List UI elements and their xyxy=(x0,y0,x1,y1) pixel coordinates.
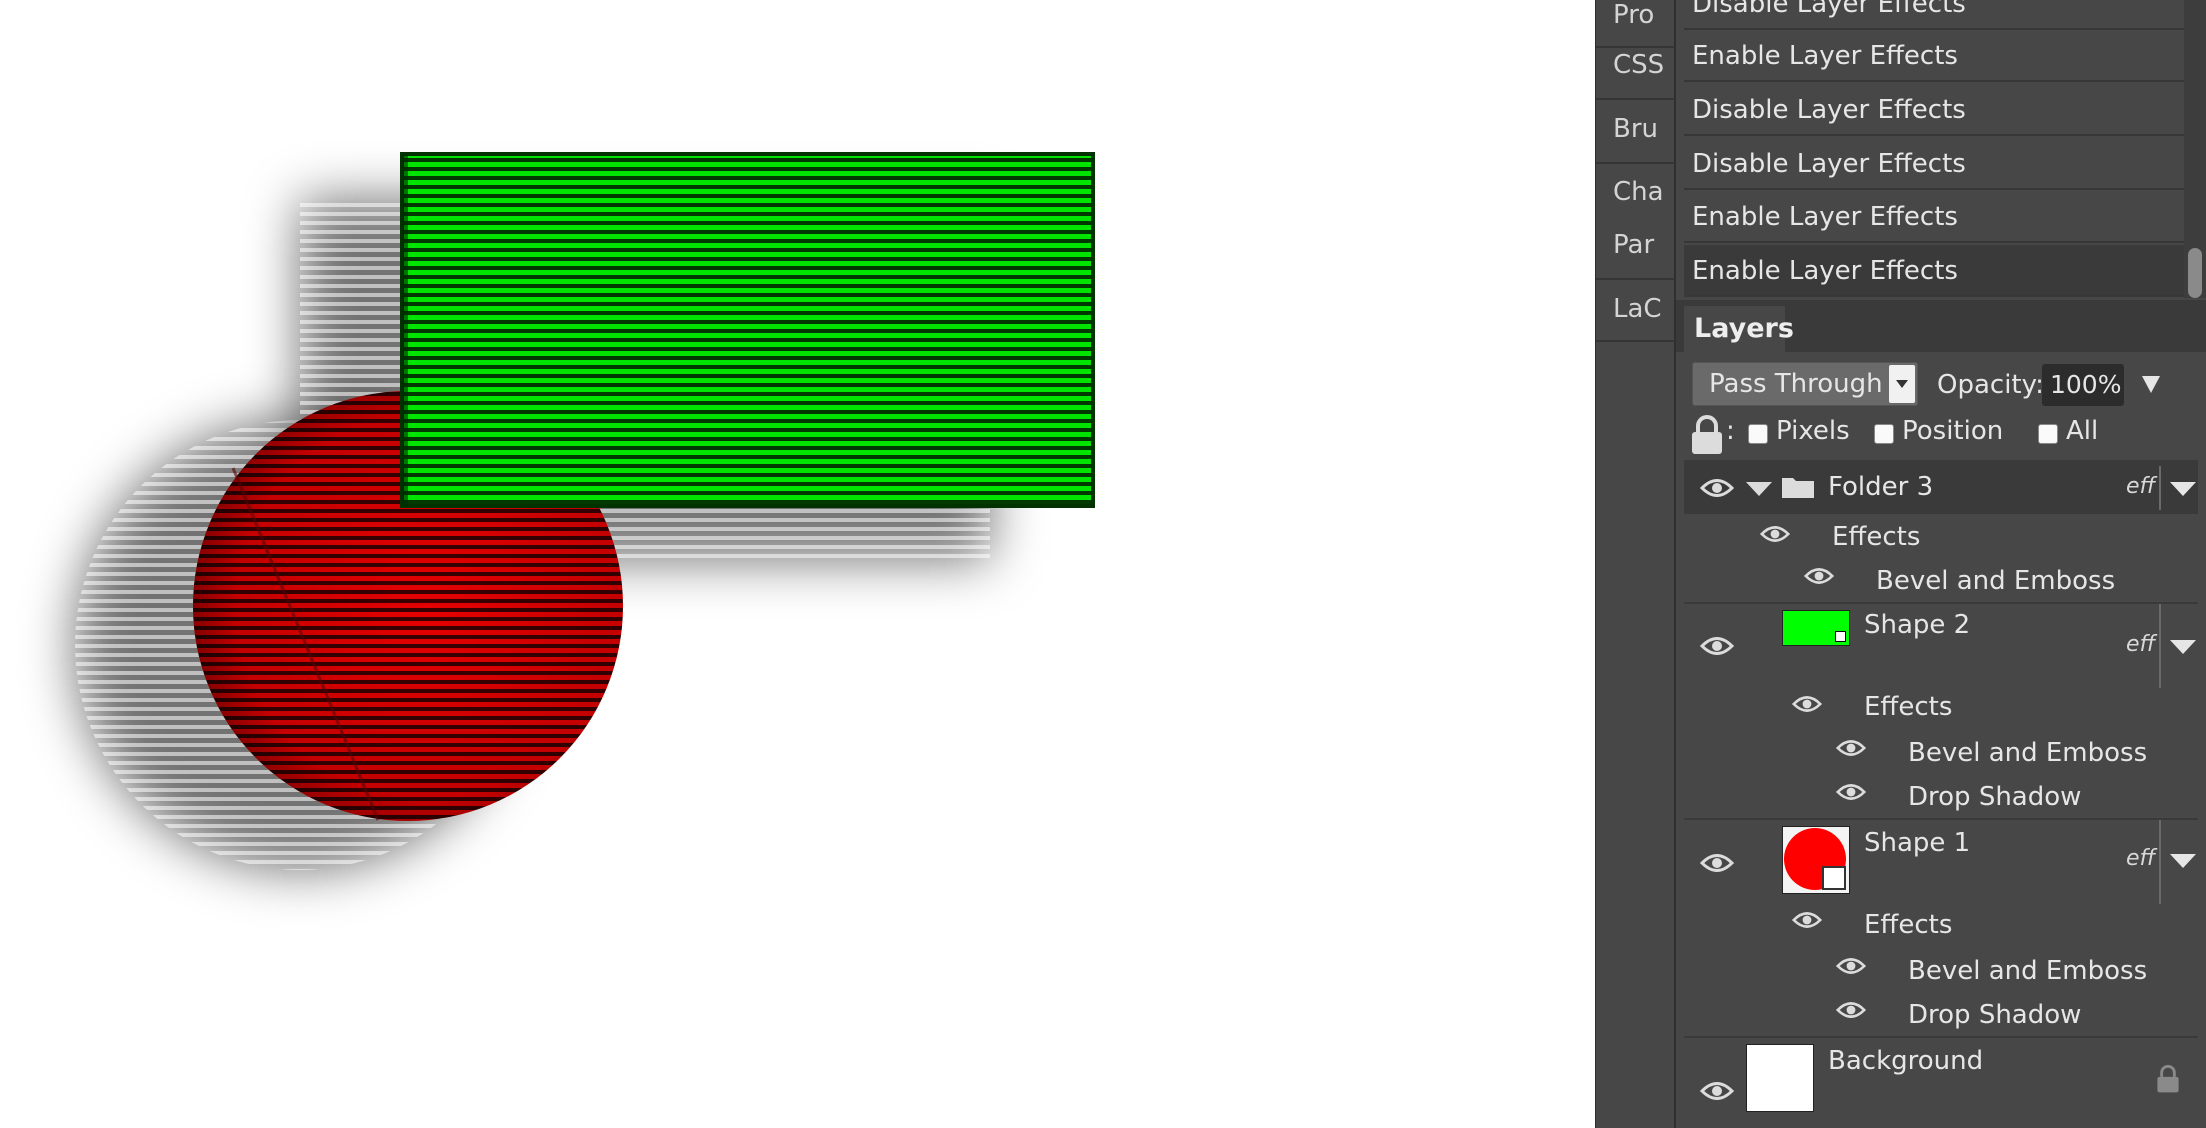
layer-name[interactable]: Background xyxy=(1828,1046,1983,1076)
lock-all-checkbox[interactable] xyxy=(2038,424,2058,444)
sidebar-tab-css[interactable]: CSS xyxy=(1613,50,1664,80)
lock-pixels-label: Pixels xyxy=(1776,416,1850,446)
collapsed-panel-sidebar: Pro CSS Bru Cha Par LaC xyxy=(1595,0,1676,1128)
sidebar-divider xyxy=(1596,46,1675,48)
lock-all-label: All xyxy=(2066,416,2099,446)
history-item[interactable]: Disable Layer Effects xyxy=(1684,0,2192,30)
eye-icon[interactable] xyxy=(1836,956,1866,976)
effect-name: Drop Shadow xyxy=(1908,782,2082,812)
sidebar-divider xyxy=(1596,340,1675,342)
effect-row[interactable]: Drop Shadow xyxy=(1684,992,2198,1036)
tab-layers[interactable]: Layers xyxy=(1684,306,1794,352)
lock-options-row: : Pixels Position All xyxy=(1690,412,2190,458)
effect-row[interactable]: Drop Shadow xyxy=(1684,774,2198,818)
effects-label: Effects xyxy=(1864,692,1953,722)
sidebar-divider xyxy=(1596,162,1675,164)
eye-icon[interactable] xyxy=(1792,910,1822,930)
blend-mode-select[interactable]: Pass Through xyxy=(1692,362,1918,406)
effects-group-row[interactable]: Effects xyxy=(1684,514,2198,556)
layer-row-shape-2[interactable]: Shape 2 eff xyxy=(1684,604,2198,688)
layer-effects-button[interactable]: eff xyxy=(2126,474,2155,499)
effect-row[interactable]: Bevel and Emboss xyxy=(1684,556,2198,600)
effect-name: Drop Shadow xyxy=(1908,1000,2082,1030)
eff-divider xyxy=(2159,466,2161,510)
history-item-current[interactable]: Enable Layer Effects xyxy=(1684,245,2192,297)
lock-pixels-checkbox[interactable] xyxy=(1748,424,1768,444)
vector-mask-icon xyxy=(1835,631,1846,642)
layer-row-folder[interactable]: Folder 3 eff xyxy=(1684,460,2198,514)
lock-position-label: Position xyxy=(1902,416,2004,446)
eye-icon[interactable] xyxy=(1700,635,1734,657)
effects-group-row[interactable]: Effects xyxy=(1684,688,2198,730)
layer-row-background[interactable]: Background xyxy=(1684,1038,2198,1128)
layer-name[interactable]: Folder 3 xyxy=(1828,472,1933,502)
eye-icon[interactable] xyxy=(1700,477,1734,499)
sidebar-tab-layer-comps[interactable]: LaC xyxy=(1613,294,1662,324)
eye-icon[interactable] xyxy=(1836,1000,1866,1020)
layer-effects-button[interactable]: eff xyxy=(2126,632,2155,657)
lock-position-checkbox[interactable] xyxy=(1874,424,1894,444)
effects-dropdown-icon[interactable] xyxy=(2170,640,2196,654)
layers-panel-header: Layers xyxy=(1676,300,2206,352)
effects-dropdown-icon[interactable] xyxy=(2170,854,2196,868)
eye-icon[interactable] xyxy=(1836,782,1866,802)
layer-thumbnail xyxy=(1746,1044,1814,1112)
eye-icon[interactable] xyxy=(1700,852,1734,874)
effects-group-row[interactable]: Effects xyxy=(1684,906,2198,948)
opacity-dropdown-arrow-icon[interactable] xyxy=(2142,376,2160,393)
blend-mode-value: Pass Through xyxy=(1709,369,1883,399)
disclosure-triangle-icon[interactable] xyxy=(1746,482,1772,496)
sidebar-tab-paragraph[interactable]: Par xyxy=(1613,230,1654,260)
sidebar-divider xyxy=(1596,278,1675,280)
effects-label: Effects xyxy=(1832,522,1921,552)
canvas-artwork xyxy=(75,152,1095,870)
layer-name[interactable]: Shape 1 xyxy=(1864,828,1970,858)
history-item[interactable]: Disable Layer Effects xyxy=(1684,84,2192,136)
eff-divider xyxy=(2159,820,2161,904)
history-item[interactable]: Disable Layer Effects xyxy=(1684,138,2192,190)
sidebar-tab-brush[interactable]: Bru xyxy=(1613,114,1658,144)
eye-icon[interactable] xyxy=(1792,694,1822,714)
eye-icon[interactable] xyxy=(1700,1080,1734,1102)
effect-name: Bevel and Emboss xyxy=(1908,738,2148,768)
folder-icon xyxy=(1782,478,1814,498)
document-canvas[interactable] xyxy=(0,0,1595,1128)
green-rectangle-shape xyxy=(400,152,1095,508)
opacity-label: Opacity: xyxy=(1937,370,2044,400)
eye-icon[interactable] xyxy=(1804,566,1834,586)
vector-mask-icon xyxy=(1822,866,1846,890)
layer-thumbnail xyxy=(1782,610,1850,646)
lock-icon xyxy=(2157,1064,2179,1093)
layer-thumbnail xyxy=(1782,826,1850,894)
sidebar-divider xyxy=(1596,98,1675,100)
lock-icon xyxy=(1692,415,1722,454)
history-scrollbar-thumb[interactable] xyxy=(2188,248,2202,298)
right-panel: Disable Layer Effects Enable Layer Effec… xyxy=(1676,0,2206,1128)
sidebar-tab-character[interactable]: Cha xyxy=(1613,177,1664,207)
layer-row-shape-1[interactable]: Shape 1 eff xyxy=(1684,820,2198,906)
history-panel: Disable Layer Effects Enable Layer Effec… xyxy=(1684,0,2194,298)
eff-divider xyxy=(2159,604,2161,688)
eye-icon[interactable] xyxy=(1760,524,1790,544)
dropdown-arrow-icon[interactable] xyxy=(1889,365,1915,403)
layer-name[interactable]: Shape 2 xyxy=(1864,610,1970,640)
history-item[interactable]: Enable Layer Effects xyxy=(1684,191,2192,243)
effect-row[interactable]: Bevel and Emboss xyxy=(1684,948,2198,992)
sidebar-tab-properties[interactable]: Pro xyxy=(1613,0,1654,30)
history-item[interactable]: Enable Layer Effects xyxy=(1684,30,2192,82)
opacity-input[interactable]: 100% xyxy=(2042,364,2124,406)
effects-label: Effects xyxy=(1864,910,1953,940)
effect-name: Bevel and Emboss xyxy=(1876,566,2116,596)
eye-icon[interactable] xyxy=(1836,738,1866,758)
effect-row[interactable]: Bevel and Emboss xyxy=(1684,730,2198,774)
layer-effects-button[interactable]: eff xyxy=(2126,846,2155,871)
effects-dropdown-icon[interactable] xyxy=(2170,482,2196,496)
layer-list: Folder 3 eff Effects Bevel and Emboss Sh… xyxy=(1684,460,2206,1128)
effect-name: Bevel and Emboss xyxy=(1908,956,2148,986)
lock-colon: : xyxy=(1726,416,1735,446)
